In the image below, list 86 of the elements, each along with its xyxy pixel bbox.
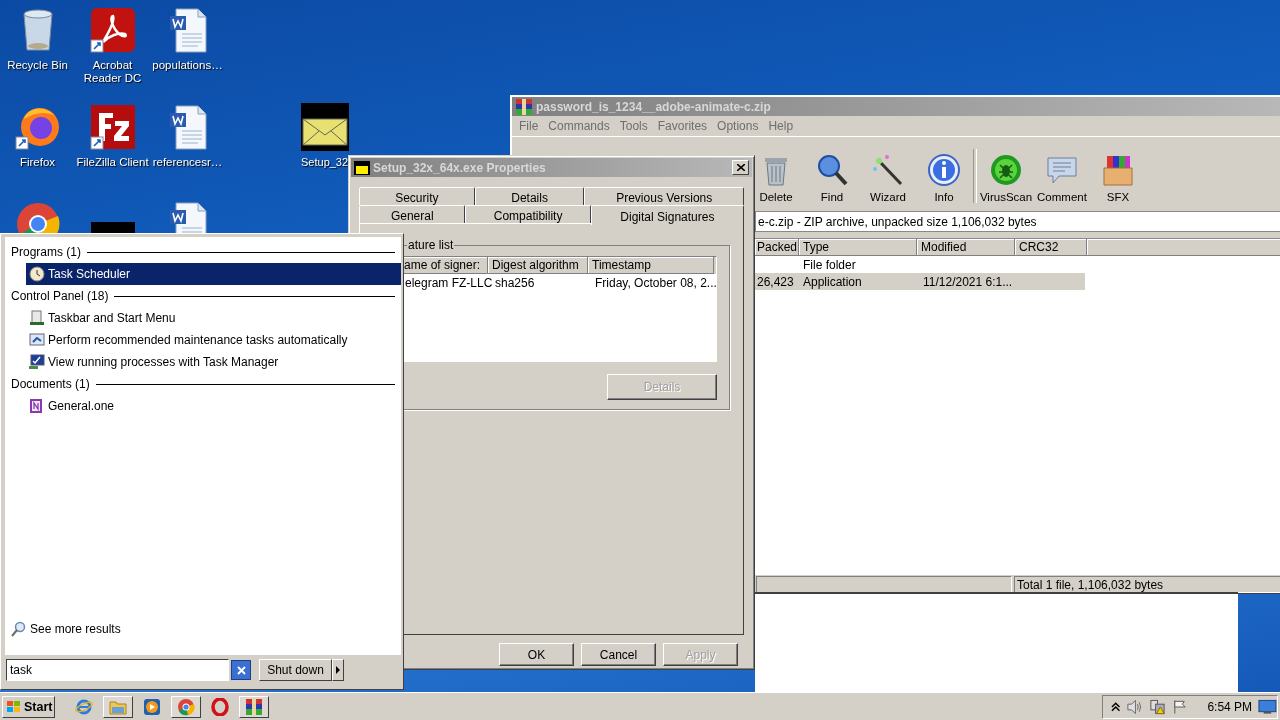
file-row[interactable]: File folder (755, 256, 1085, 273)
shut-down-options-button[interactable] (332, 659, 344, 681)
magic-wand-icon (871, 153, 905, 187)
desktop-icon-label[interactable]: referencesr… (152, 156, 223, 169)
monitor-icon (29, 332, 45, 348)
archive-icon (245, 697, 263, 716)
column-header[interactable]: Packed (755, 239, 799, 256)
desktop-icon-label[interactable]: Acrobat Reader DC (75, 59, 150, 85)
show-desktop-icon[interactable] (1258, 698, 1277, 715)
search-result[interactable]: Perform recommended maintenance tasks automatically (26, 329, 401, 351)
opera-icon (211, 697, 229, 716)
table-cell: 11/12/2021 6:1... (923, 274, 1013, 289)
play-icon (143, 697, 161, 716)
start-button[interactable]: Start (2, 695, 55, 718)
toolbar-button[interactable]: Find (804, 153, 860, 203)
table-cell: File folder (803, 257, 856, 272)
toolbar-button[interactable]: Comment (1034, 153, 1090, 203)
filezilla-icon (88, 103, 137, 151)
window-title: password_is_1234__adobe-animate-c.zip (536, 99, 771, 114)
toolbar-button[interactable]: Wizard (860, 153, 916, 203)
speaker-icon[interactable] (1126, 698, 1144, 715)
notebook-icon (29, 398, 45, 414)
close-button[interactable] (732, 160, 749, 175)
desktop-icon-label[interactable]: Firefox (19, 156, 56, 169)
clock[interactable]: 6:54 PM (1207, 699, 1253, 714)
box-icon (1101, 153, 1135, 187)
envelope-icon (301, 103, 349, 151)
taskbar-app-button[interactable] (239, 695, 269, 718)
tab[interactable]: Digital Signatures (590, 205, 744, 225)
group-label: ature list (407, 238, 455, 252)
desktop-icon-label[interactable]: FileZilla Client (76, 156, 149, 169)
search-field[interactable]: task (6, 659, 229, 681)
network-icon[interactable] (1149, 698, 1167, 715)
dialog-button[interactable]: OK (499, 643, 574, 666)
chrome-icon (177, 697, 195, 716)
section-heading: Documents (1) (11, 377, 90, 391)
taskbar-icon (29, 310, 45, 326)
window-title: Setup_32x_64x.exe Properties (373, 160, 546, 175)
toolbar-button[interactable]: SFX (1090, 153, 1146, 203)
monitor-icon (29, 354, 45, 370)
section-heading: Control Panel (18) (11, 289, 109, 303)
tab[interactable]: Details (474, 187, 585, 205)
desktop-icon-label[interactable]: populations… (152, 59, 223, 72)
column-header[interactable]: Type (799, 239, 917, 256)
acrobat-icon (88, 6, 137, 54)
see-more-results-link[interactable]: See more results (11, 621, 401, 637)
clock-icon (29, 266, 45, 282)
close-icon (236, 665, 246, 675)
shut-down-button[interactable]: Shut down (259, 659, 332, 681)
column-header[interactable]: CRC32 (1015, 239, 1087, 256)
search-icon (11, 621, 27, 637)
table-cell-text: Friday, October 08, 2... (594, 276, 714, 290)
file-row[interactable]: 26,423 Application 11/12/2021 6:1... (755, 273, 1085, 290)
search-result[interactable]: Task Scheduler (26, 263, 401, 285)
taskbar-app-button[interactable] (103, 695, 133, 718)
tab[interactable]: Compatibility (465, 205, 591, 223)
desktop-icon-label[interactable]: Setup_32 (301, 156, 349, 169)
tab[interactable]: Security (359, 187, 475, 205)
browser-icon (75, 697, 93, 716)
column-header[interactable]: Timestamp (588, 257, 714, 274)
column-header[interactable]: Modified (917, 239, 1015, 256)
toolbar-button[interactable]: Info (916, 153, 972, 203)
bug-icon (989, 153, 1023, 187)
close-icon (736, 164, 745, 171)
path-field[interactable]: e-c.zip - ZIP archive, unpacked size 1,106,032 bytes (755, 211, 1280, 232)
table-cell: 26,423 (757, 274, 794, 289)
column-header[interactable]: Digest algorithm (488, 257, 588, 274)
search-result[interactable]: View running processes with Task Manager (26, 351, 401, 373)
tab[interactable]: Previous Versions (584, 187, 744, 205)
windows-logo-icon (6, 699, 22, 714)
clear-button[interactable] (231, 660, 251, 680)
caret-icon (336, 666, 340, 674)
toolbar-button[interactable]: VirusScan (978, 153, 1034, 203)
search-result[interactable]: Taskbar and Start Menu (26, 307, 401, 329)
desktop-icon-label[interactable]: Recycle Bin (7, 59, 68, 72)
search-result[interactable]: General.one (26, 395, 401, 417)
dialog-button[interactable]: Cancel (581, 643, 656, 666)
section-heading: Programs (1) (11, 245, 81, 259)
tab[interactable]: General (359, 205, 466, 223)
info-icon (927, 153, 961, 187)
taskbar-app-button[interactable] (171, 695, 201, 718)
search-icon (815, 153, 849, 187)
table-cell: Application (803, 274, 862, 289)
chevron-icon[interactable] (1111, 700, 1121, 713)
application-icon (354, 160, 370, 175)
archive-icon (515, 97, 533, 116)
